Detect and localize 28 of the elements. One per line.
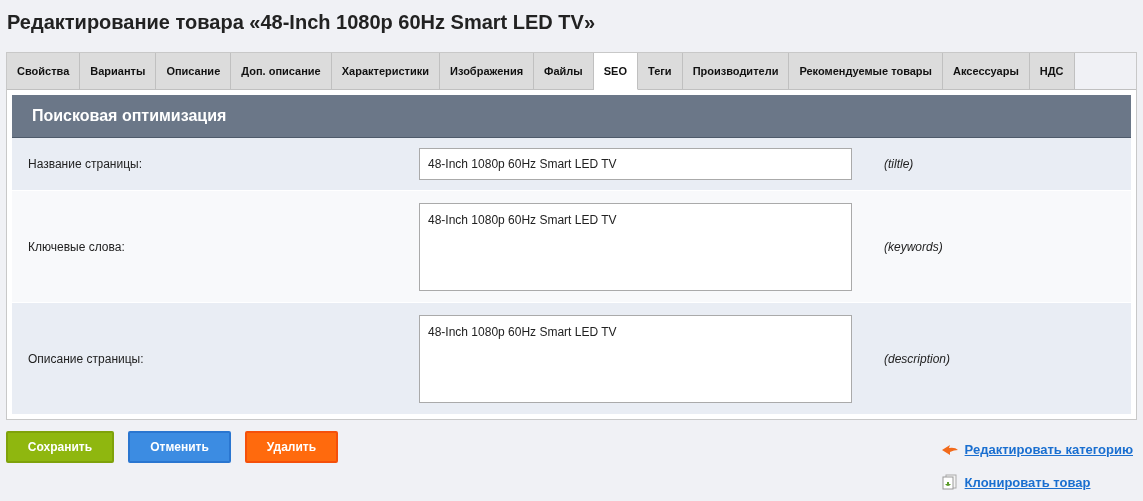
tab[interactable]: Файлы	[534, 53, 594, 90]
tab[interactable]: Доп. описание	[231, 53, 332, 90]
link[interactable]: Редактировать категорию	[964, 440, 1133, 460]
text-area[interactable]: 48-Inch 1080p 60Hz Smart LED TV	[419, 314, 852, 403]
tab[interactable]: Рекомендуемые товары	[789, 53, 943, 90]
tab[interactable]: НДС	[1029, 53, 1075, 90]
field-hint: (tiltle)	[884, 156, 914, 173]
text-area[interactable]: 48-Inch 1080p 60Hz Smart LED TV	[419, 202, 852, 291]
tab[interactable]: Варианты	[80, 53, 157, 90]
input-field[interactable]: 48-Inch 1080p 60Hz Smart LED TV	[419, 148, 852, 180]
tab[interactable]: Теги	[638, 53, 683, 90]
tab[interactable]: Описание	[156, 53, 232, 90]
field-label: Описание страницы:	[27, 350, 145, 368]
link[interactable]: Клонировать товар	[964, 472, 1091, 492]
tab[interactable]: Характеристики	[331, 53, 441, 90]
tab[interactable]: Свойства	[7, 53, 81, 90]
field-label: Название страницы:	[27, 156, 143, 173]
field-label: Ключевые слова:	[27, 238, 126, 256]
field-hint: (keywords)	[884, 238, 943, 256]
document-icon	[941, 474, 958, 491]
arrow-icon	[940, 443, 959, 456]
page-title: Редактирование товара «48-Inch 1080p 60Hz Smart LED TV»	[7, 10, 597, 34]
section-header: Поисковая оптимизация	[12, 95, 1131, 138]
tab[interactable]: SEO	[593, 53, 638, 90]
field-hint: (description)	[884, 350, 951, 368]
tab[interactable]: Изображения	[440, 53, 535, 90]
tab[interactable]: Аксессуары	[943, 53, 1030, 90]
tab[interactable]: Производители	[682, 53, 790, 90]
